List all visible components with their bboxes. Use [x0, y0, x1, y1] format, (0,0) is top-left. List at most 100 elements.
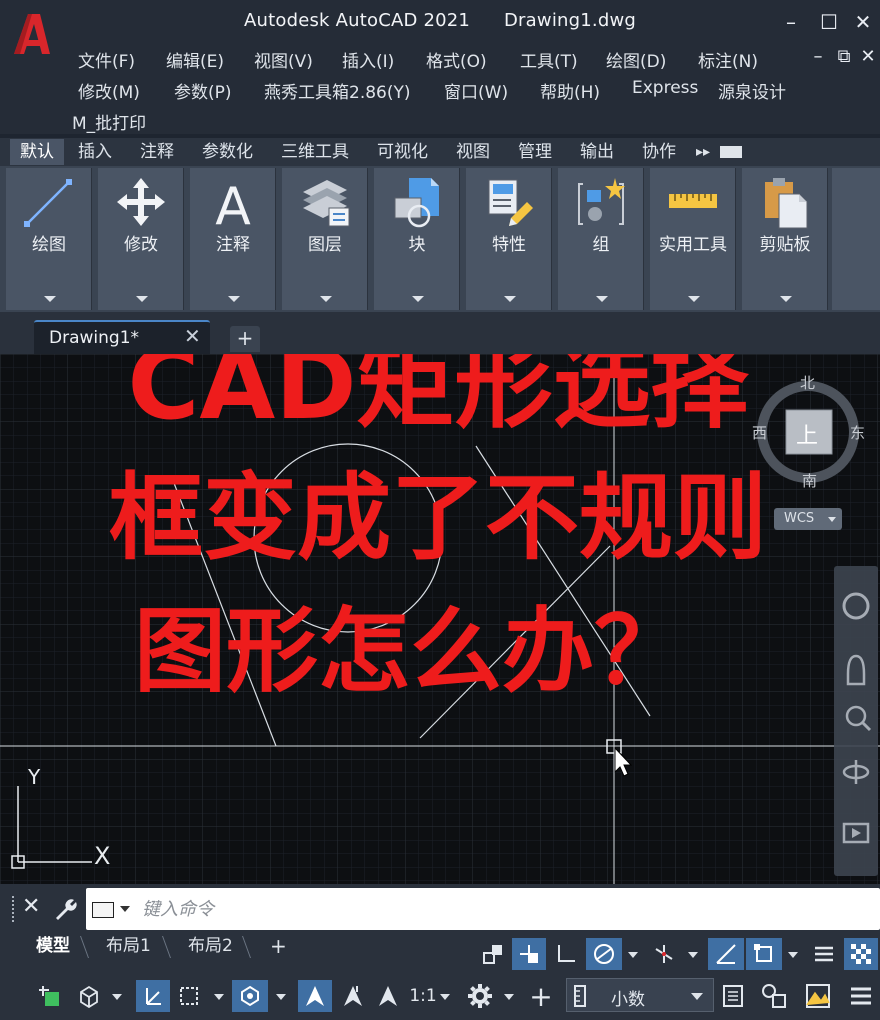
tab-default[interactable]: 默认: [10, 139, 64, 165]
panel-draw[interactable]: 绘图: [6, 168, 92, 310]
expand-arrow-icon[interactable]: [412, 296, 424, 302]
menu-batch-print[interactable]: M_批打印: [72, 109, 146, 135]
expand-arrow-icon[interactable]: [44, 296, 56, 302]
menu-dimension[interactable]: 标注(N): [698, 47, 758, 73]
menu-modify[interactable]: 修改(M): [78, 78, 174, 104]
lineweight-icon[interactable]: [808, 938, 840, 970]
wrench-icon[interactable]: [52, 896, 78, 922]
tab-parametric[interactable]: 参数化: [188, 139, 267, 165]
panel-properties[interactable]: 特性: [466, 168, 552, 310]
panel-layers[interactable]: 图层: [282, 168, 368, 310]
menu-parameter[interactable]: 参数(P): [174, 78, 264, 104]
polar-tracking-icon[interactable]: [586, 938, 622, 970]
expand-arrow-icon[interactable]: [688, 296, 700, 302]
isolate-objects-icon[interactable]: [758, 980, 790, 1012]
transparency-icon[interactable]: [844, 938, 878, 970]
command-input-box[interactable]: [86, 888, 880, 930]
selection-cycling-icon[interactable]: [32, 980, 66, 1012]
command-input[interactable]: [142, 895, 862, 923]
more-tabs-icon[interactable]: ▸▸: [696, 144, 710, 160]
doc-close-button[interactable]: ✕: [856, 46, 880, 67]
drawing-canvas[interactable]: Y X 北 西 东 南 上 WCS CAD矩形选择 框变成了不规则 图形怎么办？: [0, 354, 880, 884]
tab-collaborate[interactable]: 协作: [628, 139, 690, 165]
menu-yanxiu-toolbox[interactable]: 燕秀工具箱2.86(Y): [264, 78, 444, 104]
add-layout-button[interactable]: +: [270, 934, 287, 960]
customization-menu-icon[interactable]: [844, 980, 878, 1012]
menu-edit[interactable]: 编辑(E): [166, 47, 254, 73]
model-space-icon[interactable]: [478, 938, 508, 970]
chevron-down-icon[interactable]: [788, 952, 798, 958]
panel-modify[interactable]: 修改: [98, 168, 184, 310]
tab-layout2[interactable]: 布局2: [188, 934, 233, 960]
object-snap-tracking-icon[interactable]: [708, 938, 744, 970]
close-button[interactable]: ✕: [850, 10, 876, 34]
tab-view[interactable]: 视图: [442, 139, 504, 165]
expand-arrow-icon[interactable]: [596, 296, 608, 302]
file-tab-drawing1[interactable]: Drawing1* ✕: [34, 320, 210, 354]
units-dropdown[interactable]: 小数: [566, 978, 714, 1012]
dynamic-ucs-icon[interactable]: [136, 980, 170, 1012]
expand-arrow-icon[interactable]: [504, 296, 516, 302]
doc-restore-button[interactable]: ⧉: [832, 46, 856, 67]
chevron-down-icon[interactable]: [120, 906, 130, 912]
expand-arrow-icon[interactable]: [136, 296, 148, 302]
ribbon-minimize-icon[interactable]: [720, 146, 743, 158]
menu-help[interactable]: 帮助(H): [540, 78, 632, 104]
menu-view[interactable]: 视图(V): [254, 47, 342, 73]
new-tab-button[interactable]: +: [230, 326, 260, 352]
chevron-down-icon[interactable]: [504, 994, 514, 1000]
menu-format[interactable]: 格式(O): [426, 47, 520, 73]
gizmo-icon[interactable]: [232, 980, 268, 1012]
tab-output[interactable]: 输出: [566, 139, 628, 165]
isodraft-icon[interactable]: [648, 938, 680, 970]
tab-3d-tools[interactable]: 三维工具: [267, 139, 363, 165]
tab-model[interactable]: 模型: [36, 934, 70, 960]
workspace-gear-icon[interactable]: [464, 980, 496, 1012]
3d-object-snap-icon[interactable]: [72, 980, 106, 1012]
grip-handle-icon[interactable]: [12, 896, 16, 922]
annotation-scale-value[interactable]: 1:1: [408, 980, 438, 1012]
file-tab-close-icon[interactable]: ✕: [184, 324, 201, 348]
chevron-down-icon[interactable]: [688, 952, 698, 958]
quick-properties-icon[interactable]: [718, 980, 748, 1012]
chevron-down-icon[interactable]: [112, 994, 122, 1000]
menu-draw[interactable]: 绘图(D): [606, 47, 698, 73]
menu-window[interactable]: 窗口(W): [444, 78, 540, 104]
tab-manage[interactable]: 管理: [504, 139, 566, 165]
auto-scale-icon[interactable]: [336, 980, 370, 1012]
maximize-button[interactable]: ☐: [816, 10, 842, 34]
panel-clipboard[interactable]: 剪贴板: [742, 168, 828, 310]
expand-arrow-icon[interactable]: [780, 296, 792, 302]
annotation-scale-icon[interactable]: [372, 980, 404, 1012]
menu-insert[interactable]: 插入(I): [342, 47, 426, 73]
tab-annotate[interactable]: 注释: [126, 139, 188, 165]
object-snap-icon[interactable]: [746, 938, 782, 970]
doc-minimize-button[interactable]: –: [806, 46, 830, 67]
command-close-icon[interactable]: ✕: [22, 894, 40, 919]
chevron-down-icon[interactable]: [276, 994, 286, 1000]
chevron-down-icon[interactable]: [628, 952, 638, 958]
annotation-monitor-icon[interactable]: +: [524, 980, 558, 1013]
graphics-performance-icon[interactable]: [802, 980, 834, 1012]
selection-filter-icon[interactable]: [172, 980, 206, 1012]
chevron-down-icon[interactable]: [440, 994, 450, 1000]
panel-annotation[interactable]: A 注释: [190, 168, 276, 310]
panel-block[interactable]: 块: [374, 168, 460, 310]
command-prompt-icon[interactable]: [92, 902, 114, 918]
tab-insert[interactable]: 插入: [64, 139, 126, 165]
expand-arrow-icon[interactable]: [320, 296, 332, 302]
chevron-down-icon[interactable]: [214, 994, 224, 1000]
panel-group[interactable]: 组: [558, 168, 644, 310]
menu-express[interactable]: Express: [632, 78, 718, 104]
menu-file[interactable]: 文件(F): [78, 47, 166, 73]
grid-display-icon[interactable]: [512, 938, 546, 970]
minimize-button[interactable]: –: [778, 10, 804, 34]
expand-arrow-icon[interactable]: [228, 296, 240, 302]
tab-layout1[interactable]: 布局1: [106, 934, 151, 960]
menu-yuanquan-design[interactable]: 源泉设计: [718, 78, 786, 104]
annotation-visibility-icon[interactable]: [298, 980, 332, 1012]
ortho-mode-icon[interactable]: [550, 938, 582, 970]
panel-utilities[interactable]: 实用工具: [650, 168, 736, 310]
tab-visualize[interactable]: 可视化: [363, 139, 442, 165]
menu-tools[interactable]: 工具(T): [520, 47, 606, 73]
